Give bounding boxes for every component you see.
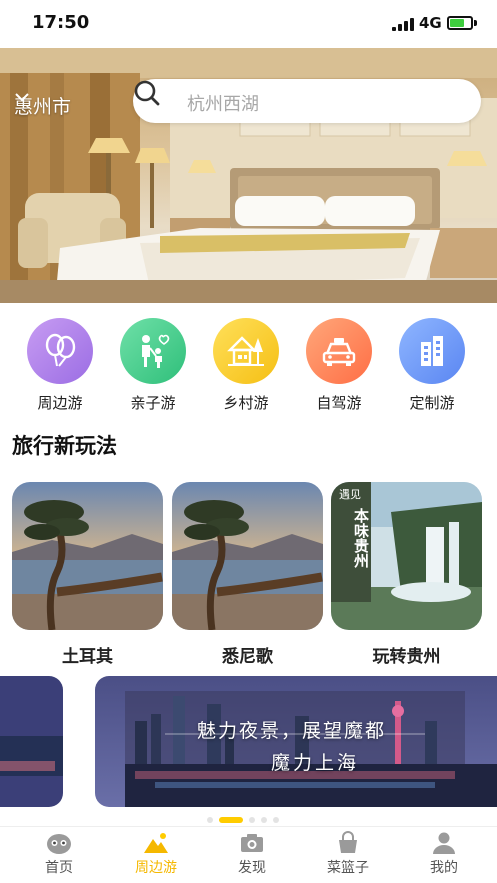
tab-label: 周边游 [135,860,177,876]
destination-image: 遇见 本味贵州 [331,482,482,630]
destination-image [12,482,163,630]
banner-title: 魅力夜景，展望魔都 [197,720,387,742]
category-row: 周边游 亲子游 乡村游 自驾游 定制游 [0,318,497,418]
category-nearby[interactable]: 周边游 [20,318,100,413]
category-custom[interactable]: 定制游 [392,318,472,413]
status-time: 17:50 [32,12,90,33]
building-icon [399,318,465,384]
tab-label: 我的 [430,860,458,876]
bottom-tab-bar: 首页 周边游 发现 菜篮子 我的 [0,826,497,883]
category-label: 亲子游 [130,394,176,412]
tab-nearby[interactable]: 周边游 [116,831,196,877]
tab-basket[interactable]: 菜篮子 [308,831,388,877]
pagination-dot-active[interactable] [219,817,243,823]
basket-icon [339,831,357,853]
destination-label: 悉尼歌 [222,647,273,667]
city-selector[interactable]: 惠州市 [14,92,71,119]
banner-slide-shanghai[interactable]: 魅力夜景，展望魔都 魔力上海 [95,676,497,807]
tab-home[interactable]: 首页 [19,831,99,877]
pagination-dot[interactable] [207,817,213,823]
banner-subtitle: 魔力上海 [271,752,360,774]
destination-card[interactable]: 土耳其 [12,482,163,667]
category-label: 乡村游 [223,394,269,412]
battery-cap [474,20,477,26]
home-mascot-icon [47,834,71,854]
pagination-dot[interactable] [261,817,267,823]
tab-label: 首页 [45,860,73,876]
banner-pagination [207,817,279,823]
banner-slide-prev[interactable] [0,676,63,807]
status-bar: 17:50 4G [0,0,497,48]
mountain-icon [144,833,168,853]
pagination-dot[interactable] [249,817,255,823]
category-label: 周边游 [37,394,83,412]
car-icon [306,318,372,384]
search-placeholder: 杭州西湖 [187,94,259,115]
destination-label: 土耳其 [62,647,113,667]
user-icon [433,832,455,854]
camera-icon [241,834,263,852]
pagination-dot[interactable] [273,817,279,823]
tab-profile[interactable]: 我的 [404,831,484,877]
tab-discover[interactable]: 发现 [212,831,292,877]
category-family[interactable]: 亲子游 [113,318,193,413]
search-icon [134,80,160,106]
chevron-down-icon [15,93,29,102]
hero-banner[interactable]: 惠州市 杭州西湖 [0,48,497,303]
category-rural[interactable]: 乡村游 [206,318,286,413]
battery-icon [447,16,473,30]
balloon-icon [27,318,93,384]
network-type: 4G [419,14,442,32]
poster-tag: 遇见 [339,488,361,501]
signal-icon [392,17,414,31]
poster-title: 本味贵州 [352,508,370,568]
category-label: 定制游 [409,394,455,412]
destination-card[interactable]: 遇见 本味贵州 玩转贵州 [331,482,482,667]
category-label: 自驾游 [316,394,362,412]
destination-label: 玩转贵州 [372,647,441,667]
tab-label: 发现 [238,860,266,876]
tab-label: 菜篮子 [327,860,369,876]
destination-card[interactable]: 悉尼歌 [172,482,323,667]
section-title: 旅行新玩法 [12,434,117,458]
house-icon [213,318,279,384]
destination-image [172,482,323,630]
search-input[interactable]: 杭州西湖 [133,79,481,123]
family-icon [120,318,186,384]
category-selfdrive[interactable]: 自驾游 [299,318,379,413]
